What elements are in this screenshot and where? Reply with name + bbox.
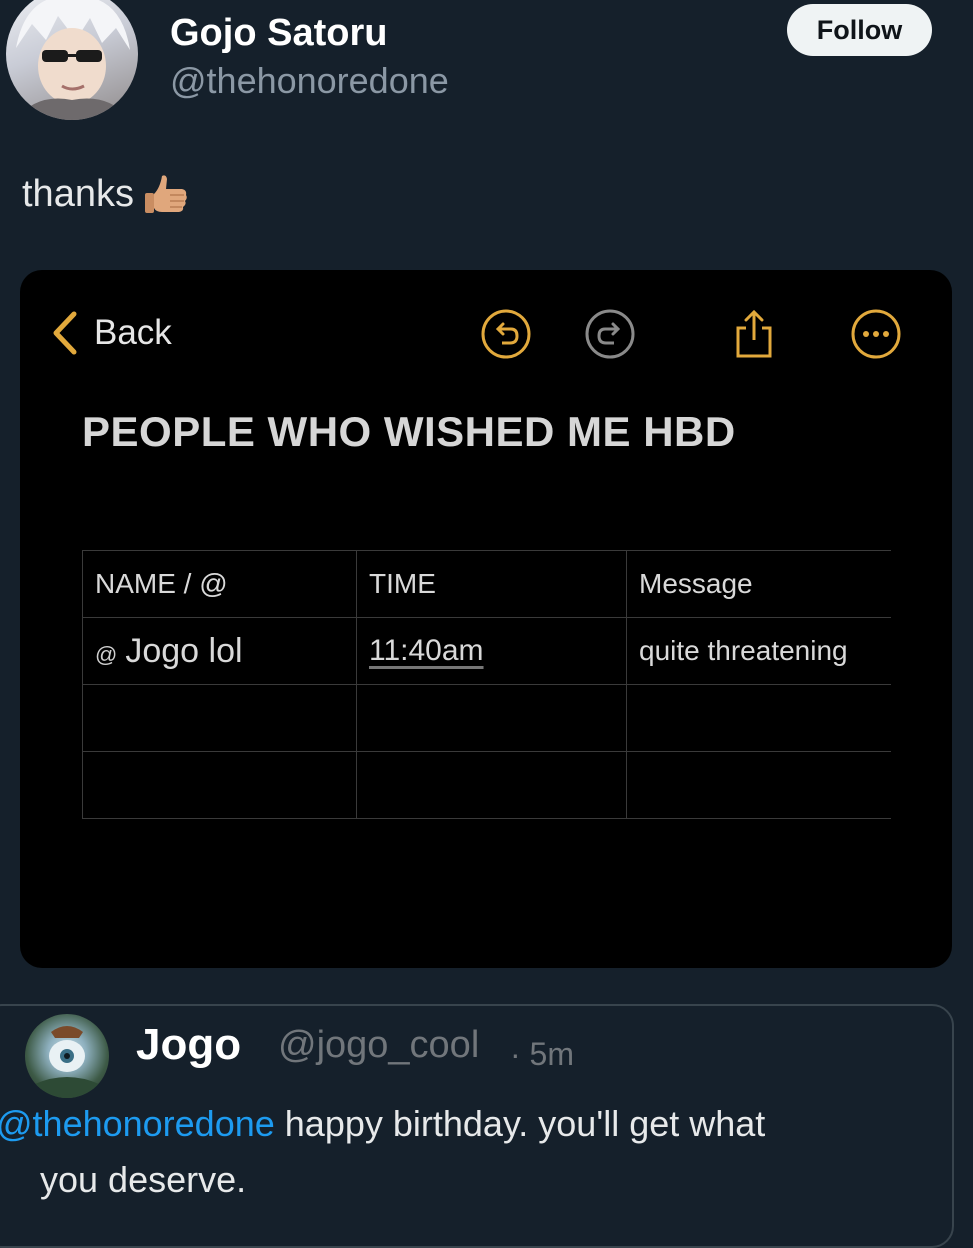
reply-handle[interactable]: @jogo_cool (278, 1024, 479, 1067)
undo-icon[interactable] (480, 308, 532, 360)
back-label: Back (94, 313, 172, 352)
row-name: Jogo lol (125, 631, 243, 670)
reply-timestamp[interactable]: · 5m (510, 1036, 574, 1073)
tweet-text: thanks (22, 170, 190, 218)
note-title: PEOPLE WHO WISHED ME HBD (82, 408, 736, 455)
share-icon[interactable] (728, 308, 780, 360)
table-cell-message[interactable] (626, 684, 891, 752)
reply-line-1: @thehonoredone happy birthday. you'll ge… (0, 1096, 926, 1152)
table-cell-time[interactable] (356, 684, 627, 752)
reply-line-1-text: happy birthday. you'll get what (274, 1103, 766, 1144)
table-row: @ Jogo lol 11:40am quite threatening (82, 617, 891, 685)
reply-text: @thehonoredone happy birthday. you'll ge… (0, 1096, 926, 1208)
reply-avatar[interactable] (25, 1014, 109, 1098)
table-cell-name[interactable] (82, 684, 357, 752)
table-cell-message[interactable] (626, 751, 891, 819)
table-cell-message[interactable]: quite threatening (626, 617, 891, 685)
at-symbol: @ (95, 641, 118, 667)
row-time: 11:40am (369, 634, 484, 667)
author-display-name[interactable]: Gojo Satoru (170, 12, 387, 55)
follow-button[interactable]: Follow (787, 4, 932, 56)
table-cell-name[interactable] (82, 751, 357, 819)
tweet-text-content: thanks (22, 172, 134, 215)
reply-display-name[interactable]: Jogo (136, 1020, 241, 1070)
table-header-message: Message (626, 550, 891, 618)
table-cell-time[interactable] (356, 751, 627, 819)
birthday-table: NAME / @ TIME Message @ Jogo lol 11:40am … (82, 550, 891, 819)
thumbs-up-icon (142, 170, 190, 218)
attached-image[interactable]: Back PEOPLE WHO WISHED ME HBD NAME / @ T… (20, 270, 952, 968)
table-row (82, 751, 891, 819)
table-cell-time[interactable]: 11:40am (356, 617, 627, 685)
more-icon[interactable] (850, 308, 902, 360)
chevron-left-icon (53, 311, 77, 355)
author-handle[interactable]: @thehonoredone (170, 60, 449, 102)
table-header-name: NAME / @ (82, 550, 357, 618)
table-cell-name[interactable]: @ Jogo lol (82, 617, 357, 685)
back-button[interactable]: Back (50, 310, 172, 356)
table-header-row: NAME / @ TIME Message (82, 550, 891, 618)
redo-icon[interactable] (584, 308, 636, 360)
author-avatar[interactable] (6, 0, 138, 120)
mention-link[interactable]: @thehonoredone (0, 1103, 275, 1144)
table-header-time: TIME (356, 550, 627, 618)
table-row (82, 684, 891, 752)
